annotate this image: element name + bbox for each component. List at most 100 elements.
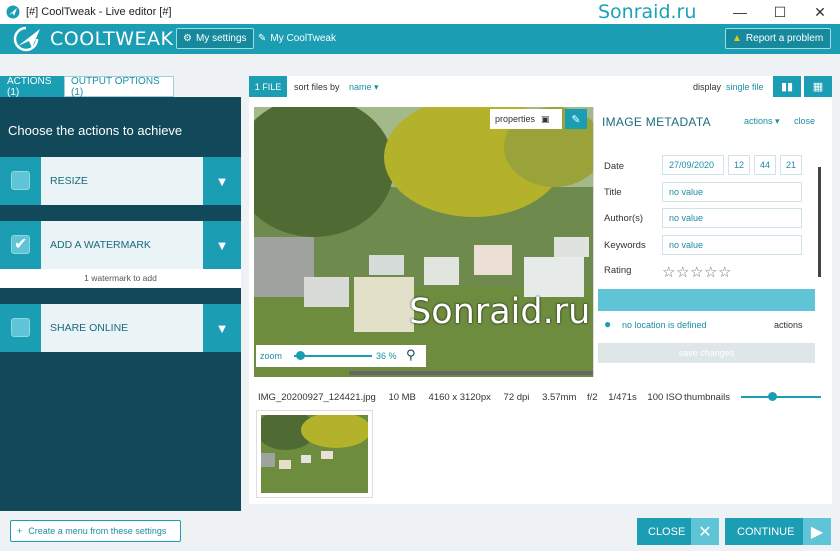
file-focal: 3.57mm [542, 392, 577, 403]
chevron-down-icon: ▼ [215, 237, 229, 253]
second-field[interactable]: 21 [780, 155, 802, 175]
image-viewer[interactable]: properties ▣ ✎ Sonraid.ru zoom 36 % ⚲ IM… [254, 107, 824, 377]
rating-label: Rating [604, 265, 632, 276]
brand-name: COOLTWEAK [50, 28, 174, 50]
rating-star-icon[interactable]: ☆ [704, 263, 717, 281]
file-toolbar: 1 FILE sort files by name ▾ display sing… [249, 76, 832, 97]
action-label: RESIZE [50, 175, 88, 187]
date-field[interactable]: 27/09/2020 [662, 155, 724, 175]
metadata-close-button[interactable]: close [794, 116, 815, 126]
app-icon [6, 5, 20, 19]
file-aperture: f/2 [587, 392, 598, 403]
left-tabs: ACTIONS (1) OUTPUT OPTIONS (1) [0, 76, 174, 98]
my-cooltweak-label: My CoolTweak [270, 33, 336, 44]
keywords-field[interactable]: no value [662, 235, 802, 255]
close-label: CLOSE [648, 525, 686, 538]
continue-button[interactable]: CONTINUE ▶ [725, 518, 831, 545]
file-thumbnail[interactable] [256, 410, 373, 498]
single-view-button[interactable]: ▮▮ [773, 76, 801, 97]
chevron-down-icon: ▼ [215, 320, 229, 336]
metadata-header: IMAGE METADATA actions ▾ close [594, 107, 824, 135]
rating-star-icon[interactable]: ☆ [690, 263, 703, 281]
hour-field[interactable]: 12 [728, 155, 750, 175]
action-resize[interactable]: RESIZE ▼ [0, 157, 241, 205]
plus-icon: + [17, 526, 23, 536]
tab-actions[interactable]: ACTIONS (1) [0, 76, 64, 98]
checkbox-area [0, 157, 41, 205]
app-header: COOLTWEAK ⚙ My settings ✎ My CoolTweak ▲… [0, 24, 840, 54]
display-label: display [693, 82, 722, 92]
minimize-button[interactable]: — [720, 0, 760, 24]
zoom-slider-knob[interactable] [296, 351, 305, 360]
action-share-online[interactable]: SHARE ONLINE ▼ [0, 304, 241, 352]
expand-resize-button[interactable]: ▼ [203, 157, 241, 205]
sort-select[interactable]: name ▾ [349, 82, 379, 93]
thumbnail-size-slider[interactable] [741, 396, 821, 398]
preview-image [254, 107, 594, 377]
display-select[interactable]: single file [726, 82, 764, 92]
image-icon: ▣ [541, 113, 550, 124]
action-add-watermark[interactable]: ADD A WATERMARK ▼ [0, 221, 241, 269]
close-window-button[interactable]: ✕ [800, 0, 840, 24]
window-titlebar: [#] CoolTweak - Live editor [#] Sonraid.… [0, 0, 840, 24]
chevron-down-icon: ▾ [775, 116, 780, 126]
edit-button[interactable]: ✎ [565, 109, 587, 129]
grid-icon: ▦ [812, 81, 824, 93]
expand-share-button[interactable]: ▼ [203, 304, 241, 352]
watermark-text: Sonraid.ru [598, 1, 697, 23]
rating-star-icon[interactable]: ☆ [662, 263, 675, 281]
zoom-slider[interactable] [294, 355, 372, 357]
action-label: SHARE ONLINE [50, 322, 129, 334]
authors-label: Author(s) [604, 213, 644, 224]
authors-field[interactable]: no value [662, 208, 802, 228]
expand-watermark-button[interactable]: ▼ [203, 221, 241, 269]
sort-label: sort files by [294, 82, 340, 92]
thumbnail-image [256, 410, 371, 493]
my-settings-button[interactable]: ⚙ My settings [176, 28, 254, 49]
file-size: 10 MB [388, 392, 416, 403]
file-exposure: 1/471s [608, 392, 637, 403]
title-label: Title [604, 187, 622, 198]
title-field[interactable]: no value [662, 182, 802, 202]
file-name: IMG_20200927_124421.jpg [258, 392, 376, 403]
share-checkbox[interactable] [11, 318, 30, 337]
thumbnails-label: thumbnails [684, 392, 730, 403]
save-changes-button[interactable]: save changes [598, 343, 815, 363]
close-button[interactable]: CLOSE ✕ [637, 518, 719, 545]
create-menu-button[interactable]: + Create a menu from these settings [10, 520, 181, 542]
my-cooltweak-button[interactable]: ✎ My CoolTweak [252, 28, 342, 49]
warning-icon: ▲ [732, 33, 742, 44]
checkbox-area [0, 304, 41, 352]
maximize-button[interactable]: ☐ [760, 0, 800, 24]
metadata-actions-button[interactable]: actions ▾ [744, 116, 780, 127]
pencil-icon: ✎ [571, 113, 581, 126]
magnifier-icon[interactable]: ⚲ [406, 347, 416, 363]
tab-output-options[interactable]: OUTPUT OPTIONS (1) [64, 76, 174, 98]
location-actions-button[interactable]: actions [774, 320, 803, 330]
location-pin-icon: ● [604, 317, 612, 331]
cooltweak-small-icon: ✎ [258, 33, 267, 44]
resize-checkbox[interactable] [11, 171, 30, 190]
minute-field[interactable]: 44 [754, 155, 776, 175]
map-area [598, 289, 815, 311]
file-dimensions: 4160 x 3120px [428, 392, 491, 403]
grid-view-button[interactable]: ▦ [804, 76, 832, 97]
play-arrow-icon: ▶ [803, 518, 831, 545]
close-x-icon: ✕ [691, 518, 719, 545]
rating-star-icon[interactable]: ☆ [718, 263, 731, 281]
properties-label: properties [495, 114, 536, 124]
properties-button[interactable]: properties ▣ [490, 109, 562, 129]
single-view-icon: ▮▮ [780, 81, 794, 93]
files-count-button[interactable]: 1 FILE [249, 76, 287, 97]
zoom-label: zoom [260, 351, 283, 361]
metadata-scrollbar[interactable] [818, 167, 821, 277]
window-title: [#] CoolTweak - Live editor [#] [26, 6, 172, 18]
cooltweak-logo-icon [13, 26, 40, 52]
file-iso: 100 ISO [647, 392, 683, 403]
action-label: ADD A WATERMARK [50, 239, 151, 251]
rating-star-icon[interactable]: ☆ [676, 263, 689, 281]
watermark-overlay: Sonraid.ru [409, 292, 591, 332]
report-problem-button[interactable]: ▲ Report a problem [725, 28, 831, 49]
thumbnail-slider-knob[interactable] [768, 392, 777, 401]
watermark-checkbox[interactable] [11, 234, 30, 254]
